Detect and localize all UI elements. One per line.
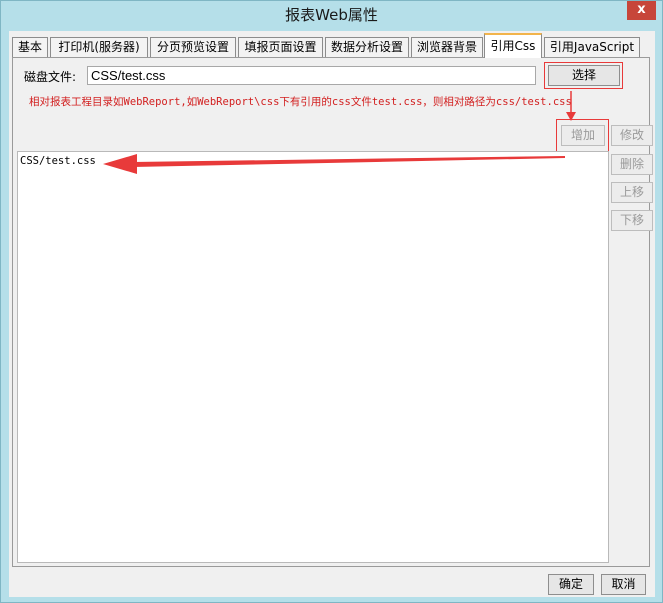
css-list[interactable]: CSS/test.css — [17, 151, 609, 563]
dialog-body: 基本 打印机(服务器) 分页预览设置 填报页面设置 数据分析设置 浏览器背景 引… — [9, 31, 655, 597]
ok-button[interactable]: 确定 — [548, 574, 594, 595]
title-bar[interactable]: 报表Web属性 x — [1, 1, 662, 27]
tab-browser-background[interactable]: 浏览器背景 — [411, 37, 483, 58]
tab-basic[interactable]: 基本 — [12, 37, 48, 58]
tab-paging-preview[interactable]: 分页预览设置 — [150, 37, 236, 58]
css-panel: 磁盘文件: CSS/test.css 选择 相对报表工程目录如WebReport… — [12, 57, 653, 567]
move-down-button[interactable]: 下移 — [611, 210, 653, 231]
modify-button[interactable]: 修改 — [611, 125, 653, 146]
choose-button[interactable]: 选择 — [548, 65, 620, 86]
delete-button[interactable]: 删除 — [611, 154, 653, 175]
close-icon: x — [637, 2, 646, 17]
add-button[interactable]: 增加 — [561, 125, 605, 146]
tab-reference-javascript[interactable]: 引用JavaScript — [544, 37, 640, 58]
tab-bar: 基本 打印机(服务器) 分页预览设置 填报页面设置 数据分析设置 浏览器背景 引… — [12, 33, 652, 58]
disk-file-input[interactable]: CSS/test.css — [87, 66, 536, 85]
disk-file-label: 磁盘文件: — [24, 70, 77, 84]
relative-path-hint: 相对报表工程目录如WebReport,如WebReport\css下有引用的cs… — [29, 96, 572, 108]
arrow-down-head — [566, 112, 576, 121]
tab-data-analysis[interactable]: 数据分析设置 — [325, 37, 409, 58]
close-button[interactable]: x — [627, 1, 656, 20]
list-item[interactable]: CSS/test.css — [20, 155, 96, 167]
tab-reference-css[interactable]: 引用Css — [484, 33, 542, 58]
properties-window: 报表Web属性 x 基本 打印机(服务器) 分页预览设置 填报页面设置 数据分析… — [0, 0, 663, 603]
tab-printer-server[interactable]: 打印机(服务器) — [50, 37, 148, 58]
move-up-button[interactable]: 上移 — [611, 182, 653, 203]
cancel-button[interactable]: 取消 — [601, 574, 646, 595]
tab-fill-page[interactable]: 填报页面设置 — [238, 37, 323, 58]
window-title: 报表Web属性 — [285, 6, 378, 24]
